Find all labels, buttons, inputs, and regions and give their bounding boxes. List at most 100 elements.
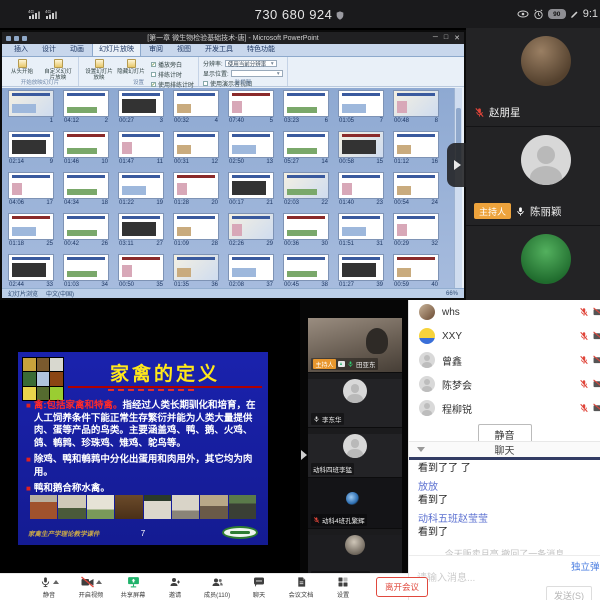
slide-thumbnail[interactable] (338, 172, 384, 199)
slide-thumbnail[interactable] (63, 90, 109, 117)
slide-thumbnail-cell[interactable]: 01:18 25 (4, 213, 58, 253)
slide-thumbnail-cell[interactable]: 03:23 6 (279, 90, 333, 130)
leave-meeting-button[interactable]: 离开会议 (376, 577, 428, 597)
maximize-button[interactable]: □ (444, 34, 448, 42)
slide-thumbnail-cell[interactable]: 01:05 7 (334, 90, 388, 130)
slide-thumbnail[interactable] (63, 213, 109, 240)
slide-thumbnail[interactable] (118, 254, 164, 281)
minimize-button[interactable]: ─ (433, 34, 438, 42)
slide-thumbnail[interactable] (8, 254, 54, 281)
dropdown[interactable]: 使用当前分辨率▾ (225, 60, 277, 67)
slide-thumbnail-cell[interactable]: 01:09 28 (169, 213, 223, 253)
invite-button[interactable]: 邀请 (160, 576, 190, 599)
ribbon-tab[interactable]: 特色功能 (241, 43, 281, 56)
slide-thumbnail-cell[interactable]: 03:11 27 (114, 213, 168, 253)
slide-thumbnail[interactable] (393, 131, 439, 158)
share-screen-button[interactable]: 共享屏幕 (118, 576, 148, 599)
slide-thumbnail-cell[interactable]: 04:34 18 (59, 172, 113, 212)
zoom-controls[interactable]: 66% (446, 291, 458, 297)
slide-thumbnail-cell[interactable]: 01:22 19 (114, 172, 168, 212)
slide-thumbnail-cell[interactable]: 04:12 2 (59, 90, 113, 130)
slide-thumbnail-cell[interactable]: 01:51 31 (334, 213, 388, 253)
slide-thumbnail[interactable] (228, 254, 274, 281)
slide-thumbnail-cell[interactable]: 05:27 14 (279, 131, 333, 171)
video-tile[interactable]: 主持人 陈丽颖 (466, 135, 600, 226)
video-tile[interactable]: 主持人 田亚东 (308, 318, 402, 373)
slide-thumbnail[interactable] (338, 131, 384, 158)
slide-thumbnail-cell[interactable]: 01:40 23 (334, 172, 388, 212)
ribbon-tab[interactable]: 设计 (36, 43, 62, 56)
chevron-up-icon[interactable] (53, 580, 59, 584)
video-tile[interactable]: 赵朋星 (466, 36, 600, 127)
slide-thumbnail[interactable] (118, 172, 164, 199)
slide-thumbnail[interactable] (283, 254, 329, 281)
slide-thumbnail-cell[interactable]: 00:58 15 (334, 131, 388, 171)
slide-thumbnail[interactable] (63, 254, 109, 281)
video-tile[interactable]: 李东华 (308, 379, 402, 428)
slide-thumbnail[interactable] (283, 131, 329, 158)
slide-thumbnail[interactable] (393, 254, 439, 281)
slide-thumbnail-cell[interactable]: 00:36 30 (279, 213, 333, 253)
slide-thumbnail-cell[interactable]: 01:47 11 (114, 131, 168, 171)
slide-thumbnail-cell[interactable]: 00:31 12 (169, 131, 223, 171)
slide-thumbnail[interactable] (283, 213, 329, 240)
chat-message-input[interactable] (415, 572, 590, 585)
slide-thumbnail[interactable] (228, 172, 274, 199)
slide-thumbnail[interactable] (8, 172, 54, 199)
dropdown[interactable]: ▾ (231, 70, 283, 77)
members-button[interactable]: 成员(110) (202, 576, 232, 599)
slide-thumbnail-cell[interactable]: 00:54 24 (389, 172, 443, 212)
slide-thumbnail-cell[interactable]: 07:40 5 (224, 90, 278, 130)
slide-thumbnail-cell[interactable]: 01:12 16 (389, 131, 443, 171)
slide-thumbnail[interactable] (173, 90, 219, 117)
chevron-up-icon[interactable] (96, 580, 102, 584)
ribbon-tab[interactable]: 幻灯片放映 (92, 42, 141, 56)
ribbon-button[interactable]: 从头开始 (6, 58, 38, 75)
slide-thumbnail[interactable] (173, 172, 219, 199)
chevron-down-icon[interactable] (417, 447, 425, 452)
ribbon-tab[interactable]: 审阅 (143, 43, 169, 56)
slide-thumbnail[interactable] (283, 172, 329, 199)
slide-thumbnail-cell[interactable]: 00:17 21 (224, 172, 278, 212)
slide-thumbnail[interactable] (8, 131, 54, 158)
slide-thumbnail[interactable] (63, 172, 109, 199)
mute-button[interactable]: 静音 (34, 576, 64, 599)
slide-thumbnail-cell[interactable]: 00:48 8 (389, 90, 443, 130)
slide-thumbnail[interactable] (118, 213, 164, 240)
slide-thumbnail-cell[interactable]: 00:27 3 (114, 90, 168, 130)
chat-header[interactable]: 聊天 (409, 442, 600, 457)
chevron-right-icon[interactable] (301, 450, 307, 460)
close-button[interactable]: ✕ (454, 34, 460, 42)
ribbon-tab[interactable]: 开发工具 (199, 43, 239, 56)
ribbon-tab[interactable]: 插入 (8, 43, 34, 56)
slide-thumbnail-cell[interactable]: 00:29 32 (389, 213, 443, 253)
slide-thumbnail-cell[interactable]: 00:42 26 (59, 213, 113, 253)
member-row[interactable]: XXY (409, 324, 600, 348)
ribbon-checkbox[interactable]: 播放旁白 (151, 60, 194, 69)
member-row[interactable]: 曾鑫 (409, 348, 600, 372)
slide-thumbnail[interactable] (118, 90, 164, 117)
slide-thumbnail[interactable] (283, 90, 329, 117)
member-row[interactable]: 程柳锐 (409, 396, 600, 420)
start-video-button[interactable]: 开启视频 (76, 576, 106, 599)
slide-thumbnail-cell[interactable]: 02:26 29 (224, 213, 278, 253)
slide-thumbnail[interactable] (338, 254, 384, 281)
settings-button[interactable]: 设置 (328, 576, 358, 599)
slide-thumbnail[interactable] (338, 90, 384, 117)
slide-thumbnail[interactable] (118, 131, 164, 158)
sidebar-collapse-tab[interactable] (447, 143, 468, 187)
slide-thumbnail-cell[interactable]: 02:14 9 (4, 131, 58, 171)
vertical-scrollbar[interactable] (454, 88, 462, 294)
slide-thumbnail-cell[interactable]: 02:50 13 (224, 131, 278, 171)
slide-thumbnail[interactable] (228, 90, 274, 117)
slide-thumbnail[interactable] (8, 90, 54, 117)
slide-thumbnail[interactable] (8, 213, 54, 240)
slide-thumbnail[interactable] (173, 131, 219, 158)
slide-thumbnail[interactable] (393, 213, 439, 240)
powerpoint-window[interactable]: [第一章 微生物检验基础技术-唐] - Microsoft PowerPoint… (0, 30, 466, 300)
slide-thumbnail-cell[interactable]: 02:03 22 (279, 172, 333, 212)
slide-thumbnail-cell[interactable]: 1 (4, 90, 58, 130)
slide-thumbnail[interactable] (393, 90, 439, 117)
slide-thumbnail[interactable] (173, 254, 219, 281)
slide-thumbnail-cell[interactable]: 01:46 10 (59, 131, 113, 171)
